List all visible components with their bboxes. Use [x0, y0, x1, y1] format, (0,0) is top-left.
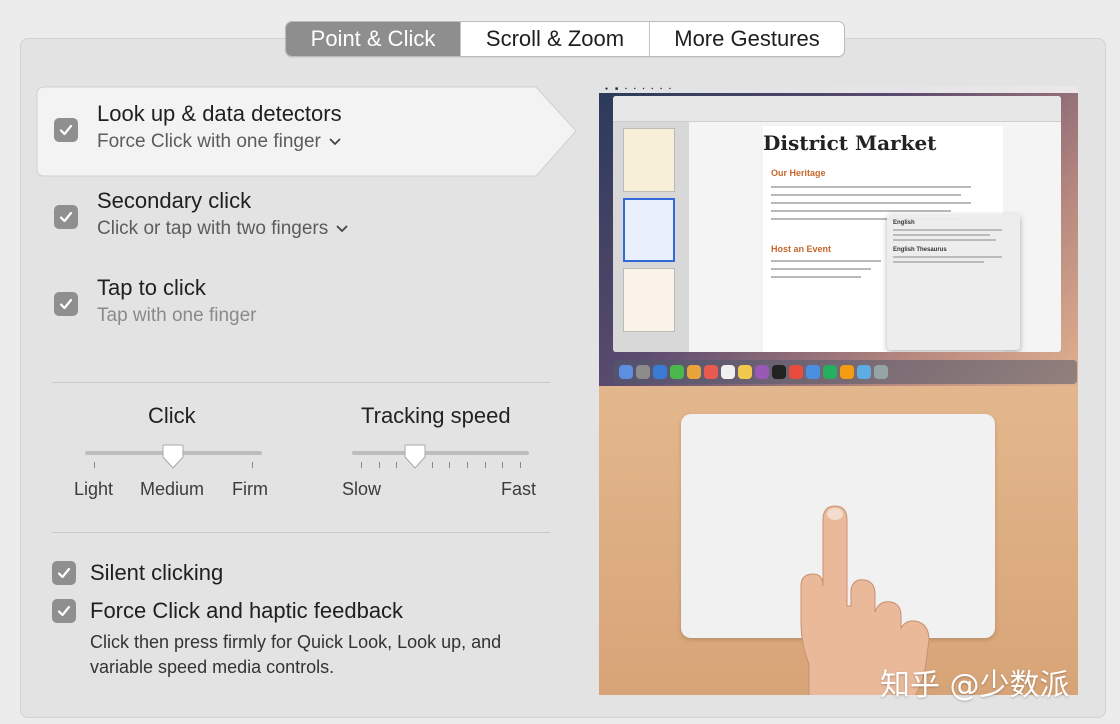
- click-firm-label: Firm: [232, 479, 268, 499]
- tick: [431, 462, 433, 468]
- preview-screen: ● ■ ▪ ▪ ▪ ▪ ▪ ▪ District Market Our Heritage Ho…: [599, 86, 1078, 386]
- tab-bar: Point & Click Scroll & Zoom More Gesture…: [285, 21, 845, 57]
- tap-to-click-checkbox[interactable]: [54, 292, 78, 316]
- preview-thumb: [623, 268, 675, 332]
- preview-lookup-popover: English English Thesaurus: [887, 214, 1020, 350]
- checkmark-icon: [59, 124, 73, 136]
- preview-lookup-section: English: [893, 220, 915, 226]
- tick: [520, 462, 521, 468]
- preview-heading: Host an Event: [771, 244, 832, 254]
- preview-pages-window: District Market Our Heritage Host an Eve…: [613, 96, 1061, 352]
- preview-text-line: [771, 210, 951, 212]
- preview-text-line: [771, 186, 971, 188]
- preview-lookup-line: [893, 234, 990, 236]
- preview-toolbar: [613, 96, 1061, 122]
- tap-to-click-subtitle: Tap with one finger: [97, 305, 257, 326]
- preview-menubar: ● ■ ▪ ▪ ▪ ▪ ▪ ▪: [599, 86, 1078, 93]
- force-click-checkbox[interactable]: [52, 599, 76, 623]
- preview-text-line: [771, 260, 881, 262]
- preview-text-line: [771, 202, 971, 204]
- click-medium-label: Medium: [140, 479, 205, 499]
- preview-lookup-line: [893, 261, 984, 263]
- secondary-click-menu[interactable]: Click or tap with two fingers: [97, 218, 348, 240]
- divider: [52, 382, 550, 383]
- click-slider-knob[interactable]: [162, 444, 184, 470]
- look-up-subtitle: Force Click with one finger: [97, 131, 321, 152]
- silent-clicking-label: Silent clicking: [90, 560, 224, 585]
- tick: [361, 462, 362, 468]
- divider: [52, 532, 550, 533]
- option-look-up[interactable]: Look up & data detectors Force Click wit…: [36, 86, 577, 178]
- tracking-slider-track[interactable]: [352, 451, 529, 455]
- tracking-slow-label: Slow: [342, 479, 382, 499]
- preview-thumb: [623, 128, 675, 192]
- tick: [484, 462, 486, 468]
- look-up-checkbox[interactable]: [54, 118, 78, 142]
- tick: [252, 462, 253, 468]
- force-click-description: Click then press firmly for Quick Look, …: [90, 632, 502, 677]
- preview-text-line: [771, 268, 871, 270]
- preview-text-line: [771, 276, 861, 278]
- tracking-slider-label: Tracking speed: [361, 403, 511, 428]
- preview-thumbnails: [613, 122, 689, 352]
- look-up-menu[interactable]: Force Click with one finger: [97, 131, 341, 153]
- tick: [449, 462, 451, 468]
- preview-lookup-line: [893, 256, 1002, 258]
- checkmark-icon: [59, 211, 73, 223]
- preview-doc-title: District Market: [763, 131, 937, 155]
- preview-thumb: [623, 198, 675, 262]
- tick: [396, 462, 398, 468]
- tick: [378, 462, 380, 468]
- preview-dock: [613, 360, 1077, 384]
- click-slider-label: Click: [148, 403, 196, 428]
- tracking-slider-knob[interactable]: [404, 444, 426, 470]
- force-click-label: Force Click and haptic feedback: [90, 598, 404, 623]
- option-secondary-click[interactable]: Secondary click Click or tap with two fi…: [36, 176, 576, 268]
- tab-point-and-click[interactable]: Point & Click: [286, 22, 460, 56]
- silent-clicking-checkbox[interactable]: [52, 561, 76, 585]
- tick: [467, 462, 468, 468]
- preview-lookup-section: English Thesaurus: [893, 247, 947, 253]
- watermark: 知乎 @少数派: [880, 668, 1070, 703]
- option-tap-to-click[interactable]: Tap to click Tap with one finger: [36, 262, 576, 354]
- chevron-down-icon: [336, 225, 348, 233]
- click-light-label: Light: [74, 479, 114, 499]
- look-up-title: Look up & data detectors: [97, 101, 342, 126]
- tap-to-click-title: Tap to click: [97, 275, 206, 300]
- tick: [502, 462, 504, 468]
- gesture-preview: ● ■ ▪ ▪ ▪ ▪ ▪ ▪ District Market Our Heritage Ho…: [599, 86, 1078, 695]
- tab-scroll-and-zoom[interactable]: Scroll & Zoom: [460, 22, 649, 56]
- checkmark-icon: [57, 605, 71, 617]
- preview-desk: [599, 386, 1078, 695]
- preview-text-line: [771, 194, 961, 196]
- secondary-click-title: Secondary click: [97, 188, 252, 213]
- tab-more-gestures[interactable]: More Gestures: [649, 22, 844, 56]
- checkmark-icon: [59, 298, 73, 310]
- tracking-fast-label: Fast: [501, 479, 537, 499]
- secondary-click-checkbox[interactable]: [54, 205, 78, 229]
- chevron-down-icon: [329, 138, 341, 146]
- preview-heading: Our Heritage: [771, 168, 826, 178]
- secondary-click-subtitle: Click or tap with two fingers: [97, 218, 329, 239]
- checkmark-icon: [57, 567, 71, 579]
- preview-lookup-line: [893, 229, 1002, 231]
- preview-lookup-line: [893, 239, 996, 241]
- tick: [94, 462, 95, 468]
